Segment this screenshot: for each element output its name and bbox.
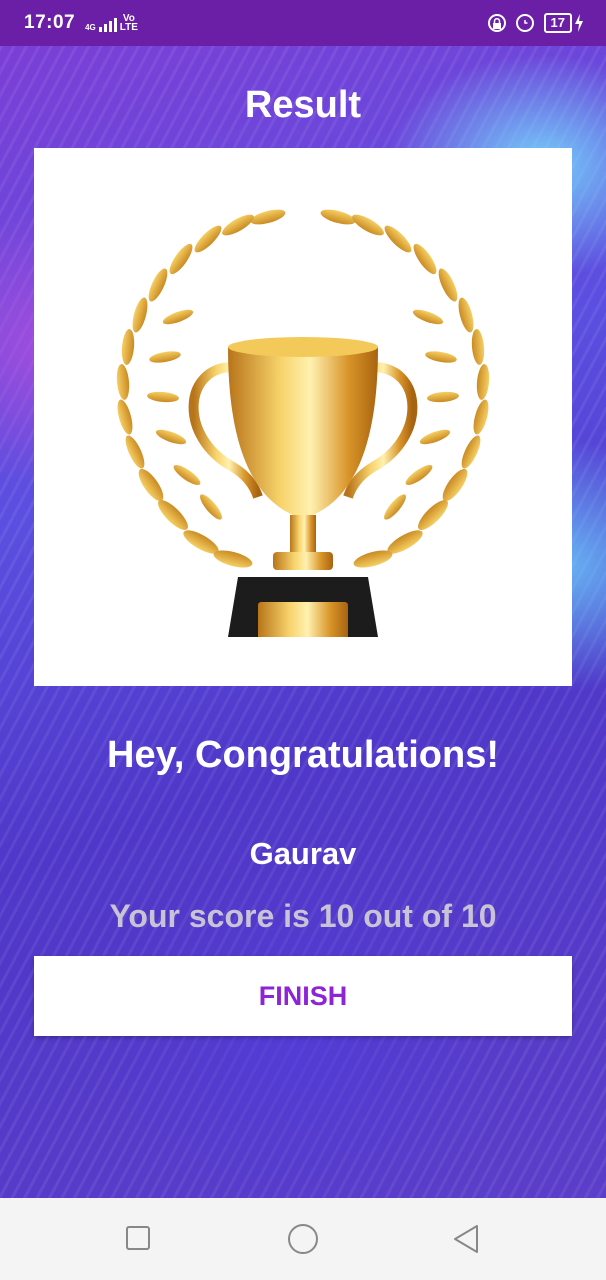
status-right: 17 [487,13,584,33]
page-title: Result [244,84,362,126]
battery-icon: 17 [543,13,584,33]
network-type: 4G [85,23,96,32]
back-icon[interactable] [452,1224,480,1254]
status-left: 17:07 4G Vo LTE [24,12,138,34]
volte-indicator: Vo LTE [119,13,138,33]
congratulations-text: Hey, Congratulations! [107,734,499,776]
trophy-image [34,148,572,686]
network-indicator: 4G Vo LTE [85,13,138,33]
signal-icon [98,18,117,32]
status-time: 17:07 [24,12,76,33]
recent-apps-icon[interactable] [126,1226,150,1250]
score-text: Your score is 10 out of 10 [109,898,497,934]
finish-button[interactable]: FINISH [34,956,572,1036]
user-name: Gaurav [249,836,357,871]
charging-icon [575,14,583,32]
status-bar: 17:07 4G Vo LTE 17 [0,0,606,46]
alarm-icon [515,14,534,32]
lock-icon [487,14,506,32]
home-icon[interactable] [288,1224,318,1254]
battery-level: 17 [543,13,572,33]
trophy-icon [116,209,490,637]
